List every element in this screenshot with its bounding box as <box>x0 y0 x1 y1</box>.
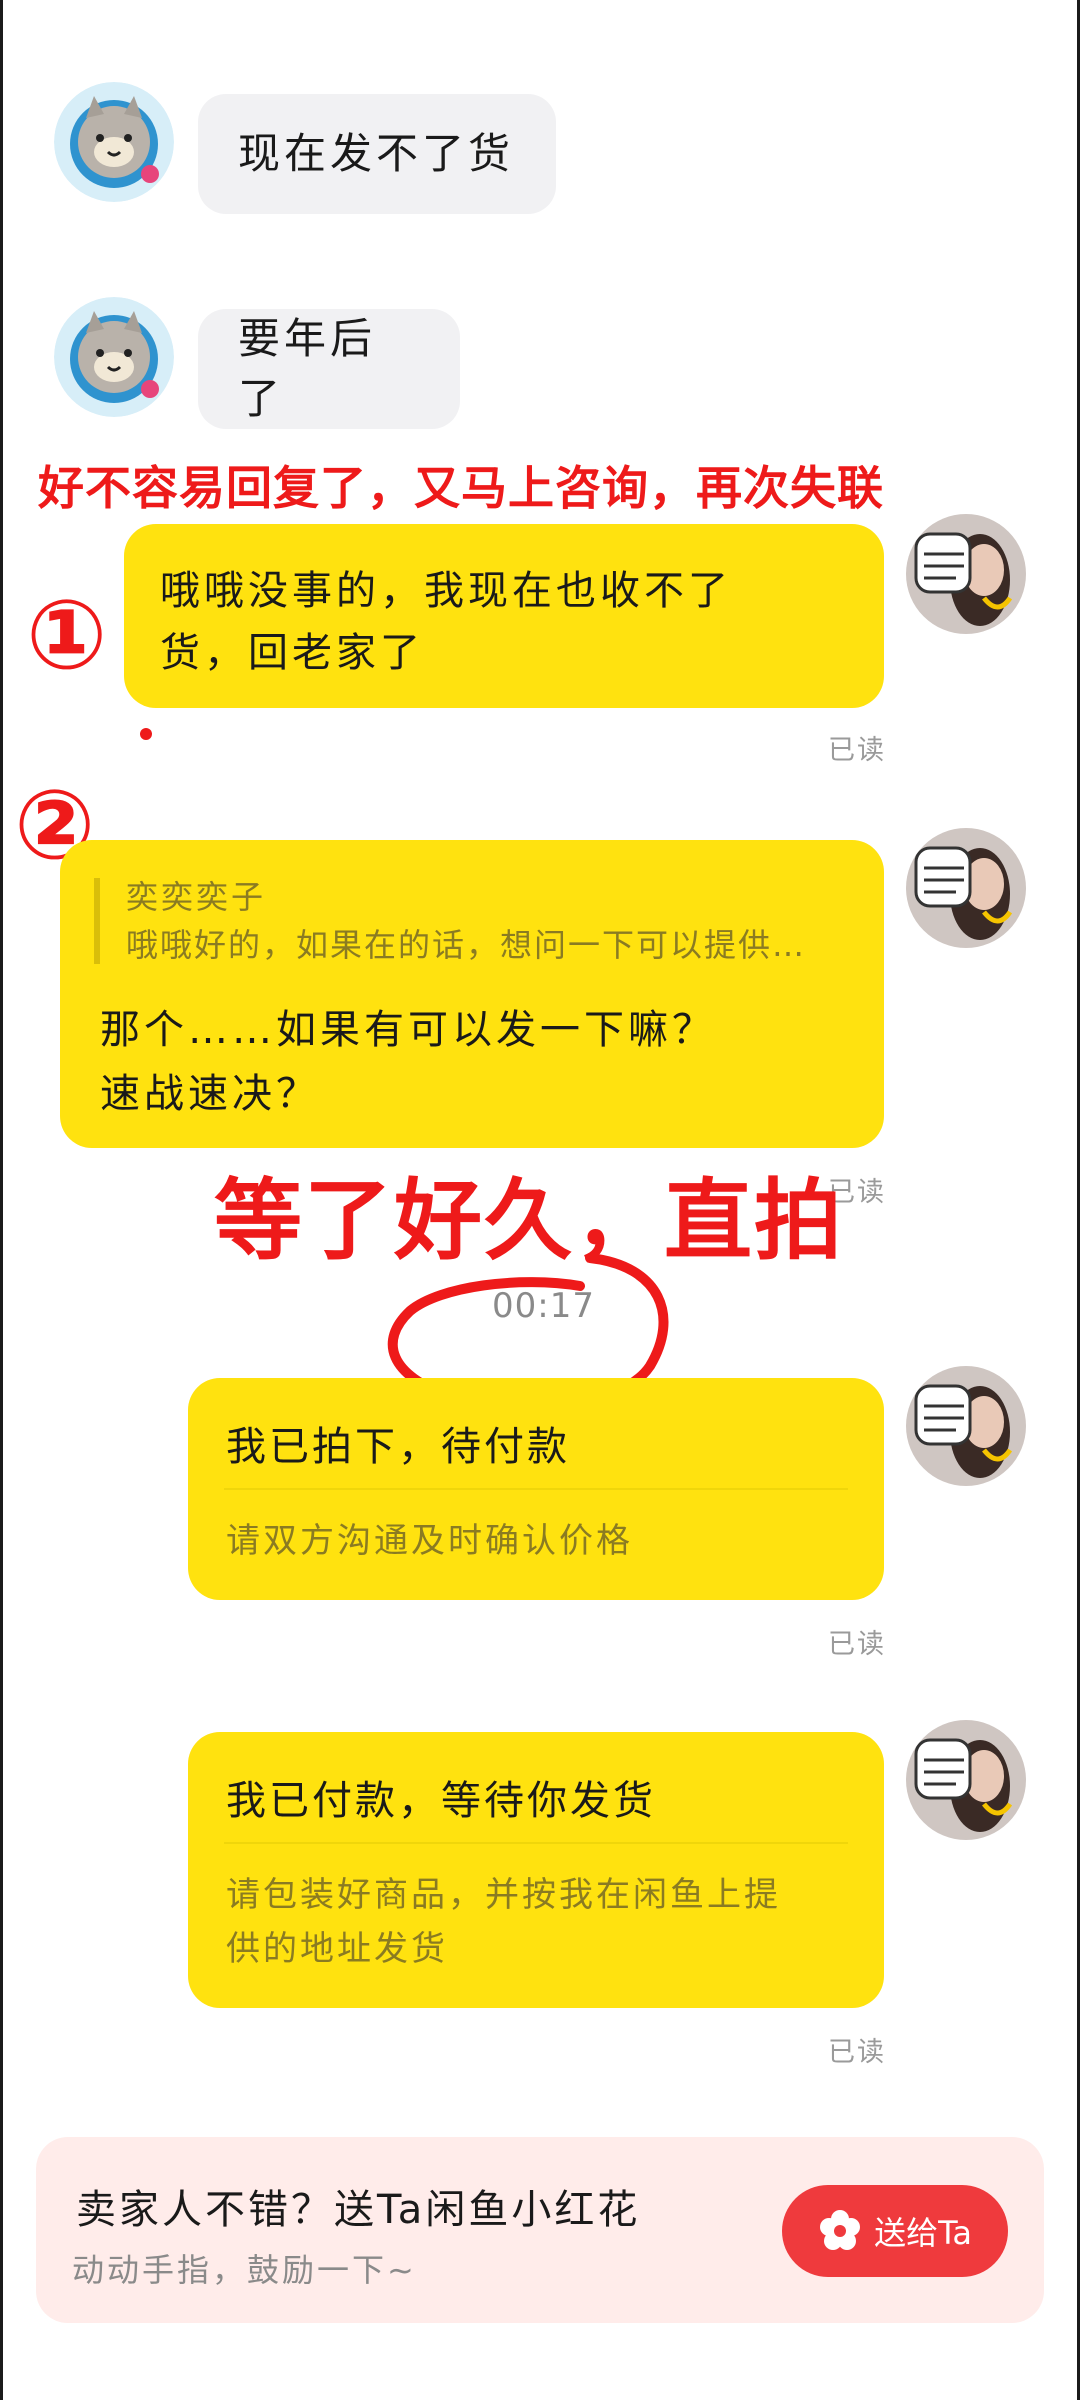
frame-border-left <box>0 0 3 2400</box>
card-divider <box>224 1488 848 1490</box>
order-card-desc-line: 请包装好商品，并按我在闲鱼上提 <box>226 1875 781 1915</box>
order-card-desc: 请包装好商品，并按我在闲鱼上提 供的地址发货 <box>226 1868 781 1976</box>
outgoing-message-quoted[interactable]: 奕奕奕子 哦哦好的，如果在的话，想问一下可以提供… 那个……如果有可以发一下嘛？… <box>60 840 884 1148</box>
buyer-avatar[interactable] <box>906 828 1026 948</box>
message-text-line: 速战速决？ <box>100 1071 320 1117</box>
incoming-message[interactable]: 要年后了 <box>198 309 460 429</box>
read-status: 已读 <box>828 735 886 766</box>
annotation-marker-1: ① <box>26 579 108 691</box>
read-status: 已读 <box>828 2037 886 2068</box>
message-text: 要年后了 <box>238 314 377 423</box>
order-status-card[interactable]: 我已付款，等待你发货 请包装好商品，并按我在闲鱼上提 供的地址发货 <box>188 1732 884 2008</box>
user-photo-avatar <box>906 1366 1026 1486</box>
send-flower-button[interactable]: 送给Ta <box>782 2185 1008 2277</box>
buyer-avatar[interactable] <box>906 1366 1026 1486</box>
promo-title: 卖家人不错？送Ta闲鱼小红花 <box>76 2187 641 2233</box>
cat-avatar-icon <box>54 82 174 202</box>
card-divider <box>224 1842 848 1844</box>
message-text: 现在发不了货 <box>238 129 515 178</box>
user-photo-avatar <box>906 514 1026 634</box>
quote-author: 奕奕奕子 <box>126 878 267 916</box>
user-photo-avatar <box>906 1720 1026 1840</box>
seller-avatar[interactable] <box>54 297 174 417</box>
message-text-line: 哦哦没事的，我现在也收不了 <box>160 568 732 614</box>
cat-avatar-icon <box>54 297 174 417</box>
user-photo-avatar <box>906 828 1026 948</box>
quote-bar <box>94 878 100 964</box>
message-text-line: 货，回老家了 <box>160 630 424 676</box>
order-card-desc-line: 供的地址发货 <box>226 1929 448 1969</box>
read-status: 已读 <box>828 1629 886 1660</box>
order-card-desc: 请双方沟通及时确认价格 <box>226 1521 633 1561</box>
promo-subtitle: 动动手指，鼓励一下~ <box>72 2251 417 2289</box>
buyer-avatar[interactable] <box>906 514 1026 634</box>
order-card-title: 我已拍下，待付款 <box>226 1424 570 1470</box>
annotation-dot <box>140 728 152 740</box>
flower-promo-card: 卖家人不错？送Ta闲鱼小红花 动动手指，鼓励一下~ 送给Ta <box>36 2137 1044 2323</box>
message-text-line: 那个……如果有可以发一下嘛？ <box>100 1007 716 1053</box>
seller-avatar[interactable] <box>54 82 174 202</box>
order-status-card[interactable]: 我已拍下，待付款 请双方沟通及时确认价格 <box>188 1378 884 1600</box>
order-card-title: 我已付款，等待你发货 <box>226 1778 656 1824</box>
outgoing-message[interactable]: 哦哦没事的，我现在也收不了 货，回老家了 <box>124 524 884 708</box>
incoming-message[interactable]: 现在发不了货 <box>198 94 556 214</box>
quote-text: 哦哦好的，如果在的话，想问一下可以提供… <box>126 926 807 964</box>
annotation-banner: 好不容易回复了，又马上咨询，再次失联 <box>38 461 884 515</box>
flower-icon <box>820 2210 861 2250</box>
buyer-avatar[interactable] <box>906 1720 1026 1840</box>
send-flower-label: 送给Ta <box>874 2214 972 2252</box>
